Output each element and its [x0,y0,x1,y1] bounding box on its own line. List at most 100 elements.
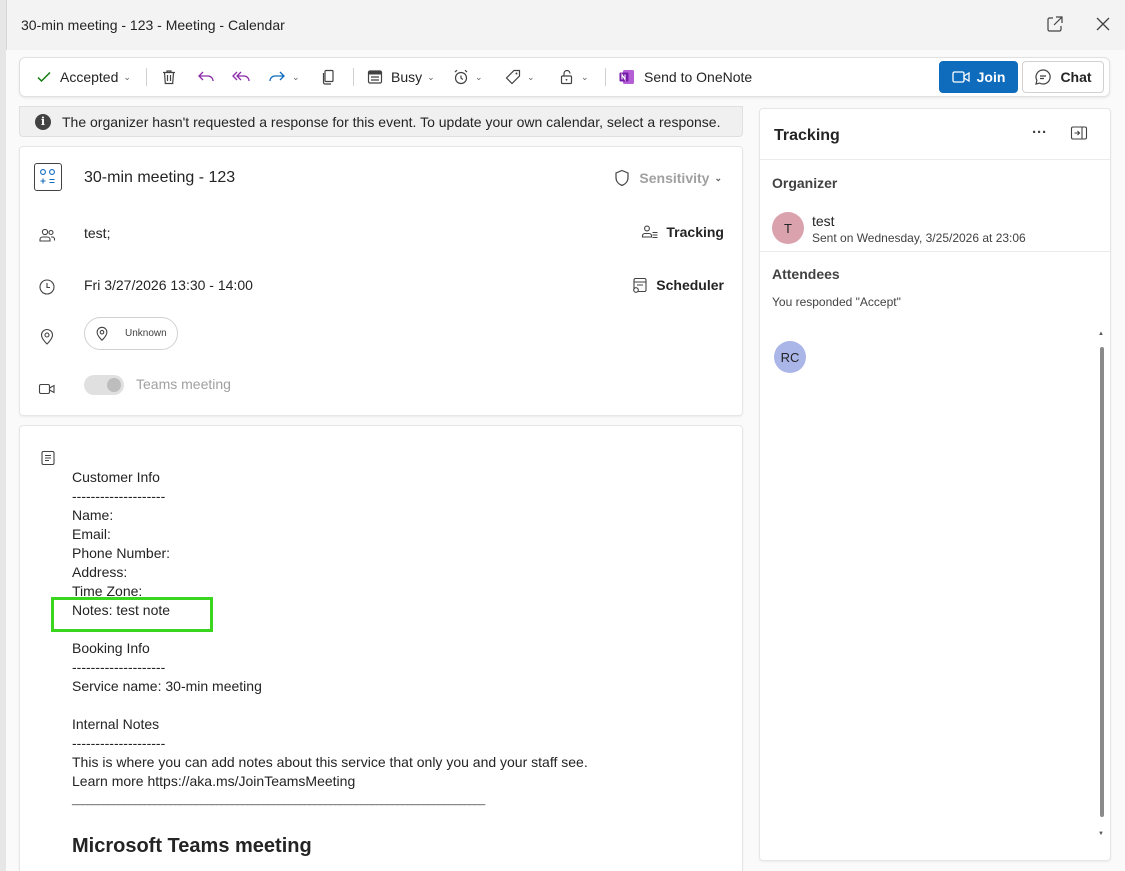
body-line: -------------------- [72,735,166,751]
toolbar-divider [353,68,354,86]
section-divider [760,251,1110,252]
meeting-window: Accepted ⌄ ⌄ Busy ⌄ ⌄ ⌄ ⌄ Send to OneNot… [6,50,1125,871]
chevron-down-icon: ⌄ [475,71,483,82]
video-camera-icon [951,71,970,83]
sensitivity-label: Sensitivity [639,170,710,186]
scheduler-button[interactable]: Scheduler [631,276,724,294]
shield-icon [615,169,630,187]
datetime-row: Fri 3/27/2026 13:30 - 14:00 Scheduler [20,271,742,301]
tracking-button[interactable]: Tracking [641,224,724,240]
title-bar: 30-min meeting - 123 - Meeting - Calenda… [6,0,1125,50]
privacy-dropdown[interactable]: ⌄ [558,58,589,96]
reply-all-button[interactable] [231,58,251,96]
highlight-box-notes [51,597,213,632]
location-pin-icon [38,328,56,346]
toolbar-divider [146,68,147,86]
body-line: Phone Number: [72,545,171,561]
body-line: Customer Info [72,469,160,485]
category-icon[interactable] [34,163,62,191]
datetime-value[interactable]: Fri 3/27/2026 13:30 - 14:00 [84,277,253,293]
meeting-body-text[interactable]: Customer Info -------------------- Name: Em… [72,468,588,810]
calendar-busy-icon [367,70,383,84]
meeting-title: 30-min meeting - 123 [84,169,236,186]
response-status: You responded "Accept" [772,295,901,309]
location-pin-icon [96,326,108,341]
checkmark-icon [37,71,51,83]
body-line: Booking Info [72,640,150,656]
body-line: Address: [72,564,128,580]
chevron-down-icon: ⌄ [427,71,435,82]
organizer-sent-time: Sent on Wednesday, 3/25/2026 at 23:06 [812,231,1026,245]
attendees-value: test; [84,225,111,241]
tracking-label: Tracking [666,224,724,240]
chevron-down-icon: ⌄ [527,71,535,82]
organizer-name: test [812,213,835,229]
meeting-body-card: Customer Info -------------------- Name: Em… [19,425,743,871]
scroll-up-arrow[interactable]: ▲ [1098,331,1104,337]
chat-label: Chat [1060,69,1092,85]
close-icon[interactable] [1093,14,1113,34]
body-line: -------------------- [72,659,166,675]
delete-button[interactable] [160,58,178,96]
onenote-icon [619,70,634,84]
body-line [72,696,588,715]
attendees-row: test; Tracking [20,219,742,249]
tag-icon [505,69,521,85]
categorize-dropdown[interactable]: ⌄ [504,58,535,96]
forward-dropdown[interactable]: ⌄ [267,58,300,96]
info-message: The organizer hasn't requested a respons… [62,113,721,130]
send-to-onenote-button[interactable]: Send to OneNote [618,58,752,96]
chat-button[interactable]: Chat [1022,61,1104,93]
location-pill[interactable]: Unknown [84,317,178,350]
teams-meeting-label: Teams meeting [136,376,231,392]
info-bar: i The organizer hasn't requested a respo… [19,106,743,137]
show-as-dropdown[interactable]: Busy ⌄ [366,58,435,96]
unlock-icon [560,69,573,85]
reminder-dropdown[interactable]: ⌄ [452,58,483,96]
chat-bubble-icon [1035,69,1052,85]
organizer-avatar: T [772,212,804,244]
chevron-down-icon: ⌄ [123,71,131,82]
notes-icon [41,450,55,466]
chevron-down-icon: ⌄ [292,71,300,82]
chevron-down-icon: ⌄ [714,172,722,183]
sensitivity-dropdown[interactable]: Sensitivity ⌄ [614,169,722,187]
onenote-label: Send to OneNote [644,69,753,85]
busy-label: Busy [391,69,423,85]
info-icon: i [35,113,51,130]
teams-meeting-heading: Microsoft Teams meeting [72,835,312,857]
scrollbar-thumb[interactable] [1100,347,1104,817]
attendees-heading: Attendees [772,266,840,282]
body-line: ________________________________________… [72,795,485,806]
copy-icon [322,69,334,85]
pop-out-icon[interactable] [1045,14,1065,34]
toggle-knob [107,378,121,392]
reply-all-icon [232,71,250,82]
copy-button[interactable] [320,58,338,96]
meeting-details-card: 30-min meeting - 123 Sensitivity ⌄ test;… [19,146,743,416]
body-line: -------------------- [72,488,166,504]
collapse-pane-icon[interactable] [1070,125,1088,144]
alarm-clock-icon [454,69,468,85]
toolbar: Accepted ⌄ ⌄ Busy ⌄ ⌄ ⌄ ⌄ Send to OneNot… [19,57,1110,97]
chevron-down-icon: ⌄ [581,71,589,82]
body-line: Name: [72,507,114,523]
body-line: Learn more https://aka.ms/JoinTeamsMeeti… [72,773,356,789]
clock-icon [38,278,56,296]
window-title: 30-min meeting - 123 - Meeting - Calenda… [21,17,285,33]
more-options-icon[interactable]: ··· [1032,124,1047,141]
scheduler-icon [633,277,647,293]
scroll-down-arrow[interactable]: ▼ [1098,831,1104,837]
pane-divider [760,159,1110,160]
reply-button[interactable] [196,58,216,96]
join-label: Join [976,69,1006,85]
teams-meeting-toggle[interactable] [84,375,124,395]
reply-icon [198,71,214,82]
attendee-avatar[interactable]: RC [774,341,806,373]
organizer-heading: Organizer [772,175,838,191]
accepted-dropdown[interactable]: Accepted ⌄ [36,58,131,96]
join-button[interactable]: Join [939,61,1018,93]
trash-icon [163,70,175,85]
scheduler-label: Scheduler [656,277,724,293]
body-line: Email: [72,526,111,542]
